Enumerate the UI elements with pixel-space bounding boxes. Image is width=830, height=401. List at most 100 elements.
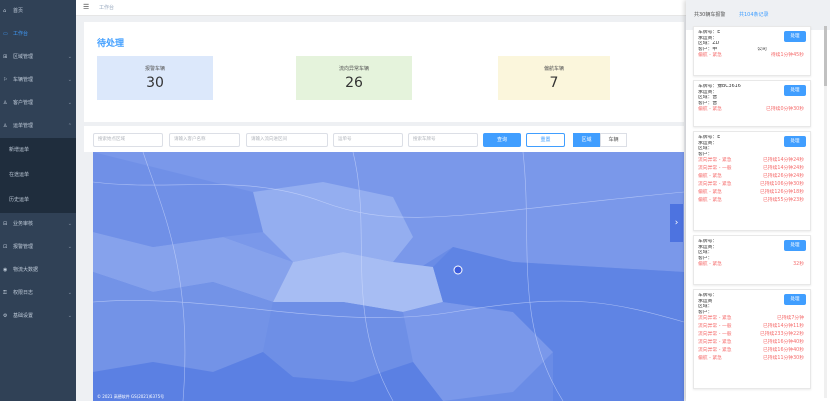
- desktop-icon: ▭: [3, 31, 8, 37]
- reset-button[interactable]: 重置: [526, 133, 565, 147]
- alarm-line: 偏航 - 紧急 待续1分钟45秒: [698, 52, 806, 60]
- chevron-down-icon: ⌄: [67, 290, 72, 296]
- alarm-duration: 已持续14分钟24秒: [763, 158, 804, 164]
- sidebar-item-label: 新增运单: [9, 147, 30, 153]
- sidebar-item-bigdata[interactable]: ◉ 物流大数据: [0, 259, 76, 282]
- alarm-duration: 待续1分钟45秒: [770, 53, 804, 59]
- stat-label: 流向异常车辆: [338, 66, 369, 72]
- tab-alarm-records[interactable]: 共104条记录: [739, 11, 769, 18]
- customer-icon: ♙: [3, 100, 8, 106]
- alarm-line: 流向异常 - 紧急 已持续14分钟24秒: [698, 157, 806, 165]
- sidebar-item-settings[interactable]: ⚙ 基础设置 ⌄: [0, 305, 76, 328]
- process-button[interactable]: 处理: [784, 31, 806, 42]
- audit-icon: ⊟: [3, 221, 8, 227]
- sidebar-item-label: 历史运单: [9, 197, 30, 203]
- waybill-number-input[interactable]: 运单号: [333, 133, 403, 147]
- area-icon: ⊞: [3, 54, 8, 60]
- start-area-input[interactable]: 搜索始点区域: [93, 133, 163, 147]
- sidebar-item-workbench[interactable]: ▭ 工作台: [0, 23, 76, 46]
- sidebar-item-label: 区域管理: [13, 54, 34, 60]
- chevron-down-icon: ⌄: [67, 221, 72, 227]
- sidebar-item-home[interactable]: ⌂ 首页: [0, 0, 76, 23]
- process-button[interactable]: 处理: [784, 85, 806, 96]
- alarm-type: 偏航 - 紧急: [698, 174, 722, 180]
- process-button[interactable]: 处理: [784, 294, 806, 305]
- sidebar-item-label: 工作台: [13, 31, 29, 37]
- plate-number-input[interactable]: 搜索车牌号: [408, 133, 478, 147]
- sidebar-item-label: 基础设置: [13, 313, 34, 319]
- toggle-area[interactable]: 区域: [573, 133, 600, 147]
- sidebar-item-label: 客户管理: [13, 100, 34, 106]
- alarm-duration: 已持续106分钟30秒: [759, 182, 804, 188]
- alarm-type: 流向异常 - 紧急: [698, 348, 732, 354]
- chevron-right-icon[interactable]: ›: [670, 204, 683, 242]
- sidebar-item-label: 业务审核: [13, 221, 34, 227]
- alarm-duration: 已持续233分钟22秒: [759, 332, 804, 338]
- page-title: 待处理: [97, 39, 125, 49]
- alarm-type: 偏航 - 紧急: [698, 190, 722, 196]
- sidebar-item-alarm[interactable]: ⊡ 报警管理 ⌄: [0, 236, 76, 259]
- alarm-duration: 已持续11分钟30秒: [763, 356, 804, 362]
- alarm-card: 车牌号：E 承运商： 区域：ZD 客户：中 公司 偏航 - 紧急 待续1分钟45秒 …: [693, 26, 811, 76]
- alarm-line: 偏航 - 紧急 32秒: [698, 261, 806, 269]
- toggle-vehicle[interactable]: 车辆: [600, 133, 627, 147]
- query-button[interactable]: 查询: [483, 133, 521, 147]
- chevron-down-icon: ⌄: [67, 77, 72, 83]
- stat-label: 报警车辆: [144, 66, 165, 72]
- vehicle-icon: ⚐: [3, 77, 8, 83]
- map-view[interactable]: › © 2021 高德软件 GS(2021)6375号: [93, 152, 684, 401]
- alarm-line: 偏航 - 紧急 已持续26分钟24秒: [698, 173, 806, 181]
- stat-flow-abnormal-vehicles[interactable]: 流向异常车辆 26: [296, 56, 412, 100]
- alarm-duration: 已持续7分钟: [776, 316, 804, 322]
- stat-yaw-vehicles[interactable]: 偏航车辆 7: [498, 56, 610, 100]
- alarm-duration: 已持续55分钟23秒: [763, 198, 804, 204]
- sidebar-item-label: 在途运单: [9, 172, 30, 178]
- alarm-type: 流向异常 - 紧急: [698, 182, 732, 188]
- alarm-line: 偏航 - 紧急 已持续126分钟18秒: [698, 189, 806, 197]
- alarm-card: 车牌号：E 承运商： 区域： 客户： 流向异常 - 紧急 已持续14分钟24秒 流…: [693, 131, 811, 231]
- map-copyright: © 2021 高德软件 GS(2021)6375号: [97, 394, 165, 399]
- chevron-down-icon: ⌄: [67, 313, 72, 319]
- sidebar-item-area[interactable]: ⊞ 区域管理 ⌄: [0, 46, 76, 69]
- chevron-up-icon: ⌃: [67, 123, 72, 129]
- scrollbar[interactable]: [824, 26, 827, 398]
- alarm-panel: 共30辆车报警 共104条记录 车牌号：E 承运商： 区域：ZD 客户：中 公司 …: [686, 0, 830, 401]
- alarm-card: 车牌号： 承运商 区域： 客户： 流向异常 - 紧急 已持续7分钟 流向异常 - …: [693, 289, 811, 389]
- top-bar: ☰ 工作台: [76, 0, 686, 16]
- process-button[interactable]: 处理: [784, 136, 806, 147]
- alarm-type: 偏航 - 紧急: [698, 53, 722, 59]
- sidebar-item-vehicle[interactable]: ⚐ 车辆管理 ⌄: [0, 69, 76, 92]
- sidebar-item-waybill[interactable]: ♙ 运单管理 ⌃: [0, 115, 76, 138]
- alarm-type: 偏航 - 紧急: [698, 198, 722, 204]
- alarm-duration: 32秒: [793, 262, 804, 268]
- alarm-type: 流向异常 - 紧急: [698, 316, 732, 322]
- menu-fold-icon[interactable]: ☰: [83, 3, 89, 11]
- sidebar-subitem-new-waybill[interactable]: 新增运单: [0, 138, 76, 163]
- breadcrumb: 工作台: [99, 5, 115, 11]
- sidebar-subitem-in-transit[interactable]: 在途运单: [0, 163, 76, 188]
- stat-alarm-vehicles[interactable]: 报警车辆 30: [97, 56, 213, 100]
- sidebar-subitem-history[interactable]: 历史运单: [0, 188, 76, 213]
- alarm-duration: 已持续14分钟24秒: [763, 166, 804, 172]
- customer-name-input[interactable]: 请输入客户名称: [169, 133, 240, 147]
- alarm-duration: 已持续16分钟40秒: [763, 348, 804, 354]
- scrollbar-thumb[interactable]: [824, 26, 827, 86]
- pending-panel: 待处理 报警车辆 30 流向异常车辆 26 偏航车辆 7: [84, 22, 684, 122]
- process-button[interactable]: 处理: [784, 240, 806, 251]
- alarm-card-list: 车牌号：E 承运商： 区域：ZD 客户：中 公司 偏航 - 紧急 待续1分钟45秒 …: [693, 26, 811, 393]
- alarm-type: 流向异常 - 一般: [698, 324, 732, 330]
- data-icon: ◉: [3, 267, 8, 273]
- alarm-line: 流向异常 - 紧急 已持续16分钟40秒: [698, 339, 806, 347]
- tab-alarm-vehicles[interactable]: 共30辆车报警: [694, 11, 725, 18]
- sidebar-item-customer[interactable]: ♙ 客户管理 ⌄: [0, 92, 76, 115]
- sidebar-item-log[interactable]: ⚿ 权限日志 ⌄: [0, 282, 76, 305]
- sidebar-item-audit[interactable]: ⊟ 业务审核 ⌄: [0, 213, 76, 236]
- alarm-line: 偏航 - 紧急 已持续0分钟30秒: [698, 106, 806, 114]
- alarm-type: 偏航 - 紧急: [698, 107, 722, 113]
- chevron-down-icon: ⌄: [67, 244, 72, 250]
- log-icon: ⚿: [3, 290, 7, 296]
- stat-value: 30: [146, 75, 164, 91]
- flow-range-input[interactable]: 请输入流向进区间: [246, 133, 328, 147]
- alarm-line: 流向异常 - 紧急 已持续16分钟40秒: [698, 347, 806, 355]
- alarm-type: 流向异常 - 紧急: [698, 340, 732, 346]
